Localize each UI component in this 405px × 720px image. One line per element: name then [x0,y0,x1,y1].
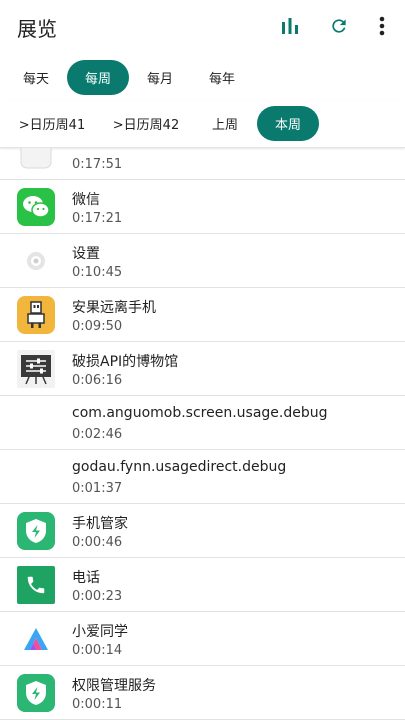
app-name: 微信 [72,192,100,208]
app-name: com.anguomob.screen.usage.debug [72,405,328,421]
list-item[interactable]: 0:17:51 [0,148,405,180]
more-vert-icon[interactable] [370,14,394,38]
bar-chart-icon[interactable] [278,14,302,38]
list-item[interactable]: com.anguomob.screen.usage.debug 0:02:46 [0,396,405,450]
list-item[interactable]: 微信 0:17:21 [0,180,405,234]
app-usage-list[interactable]: 0:17:51 微信 0:17:21 设置 0:10:45 安果远离手机 0:0… [0,148,405,720]
tab-calendar-week-42[interactable]: >日历周42 [104,106,188,141]
page-title: 展览 [17,17,57,41]
xiaoai-icon [17,620,55,658]
list-item[interactable]: 手机管家 0:00:46 [0,504,405,558]
app-name: 手机管家 [72,516,128,532]
app-name: godau.fynn.usagedirect.debug [72,459,287,475]
usage-time: 0:00:14 [72,643,123,658]
tab-weekly[interactable]: 每周 [67,60,129,95]
usage-time: 0:09:50 [72,319,123,334]
usage-time: 0:01:37 [72,481,123,496]
tab-yearly[interactable]: 每年 [198,60,246,95]
list-item[interactable]: 安果远离手机 0:09:50 [0,288,405,342]
week-selector: >日历周41 >日历周42 上周 本周 [0,100,405,148]
list-item[interactable]: 破损API的博物馆 0:06:16 [0,342,405,396]
list-item[interactable]: 小爱同学 0:00:14 [0,612,405,666]
app-name: 电话 [72,570,100,586]
tab-last-week[interactable]: 上周 [200,106,250,141]
sliders-icon [17,350,55,388]
tab-monthly[interactable]: 每月 [136,60,184,95]
tab-calendar-week-41[interactable]: >日历周41 [10,106,94,141]
partial-app-icon [17,148,55,172]
list-item[interactable]: 电话 0:00:23 [0,558,405,612]
app-name: 小爱同学 [72,624,128,640]
tab-daily[interactable]: 每天 [12,60,60,95]
usage-time: 0:00:23 [72,589,123,604]
list-item[interactable]: 设置 0:10:45 [0,234,405,288]
usage-time: 0:06:16 [72,373,123,388]
shield-bolt-icon [17,674,55,712]
shield-bolt-icon [17,512,55,550]
app-name: 设置 [72,246,100,262]
usage-time: 0:17:51 [72,157,123,172]
usage-time: 0:00:46 [72,535,123,550]
phone-icon [17,566,55,604]
usage-time: 0:10:45 [72,265,123,280]
usage-time: 0:02:46 [72,427,123,442]
app-name: 权限管理服务 [72,678,156,694]
period-selector: 每天 每周 每月 每年 [0,54,405,100]
usage-time: 0:17:21 [72,211,123,226]
list-item[interactable]: 权限管理服务 0:00:11 [0,666,405,720]
app-name: 破损API的博物馆 [72,354,179,370]
usage-time: 0:00:11 [72,697,123,712]
app-bar: 展览 [0,0,405,54]
settings-icon [17,242,55,280]
robot-icon [17,296,55,334]
tab-this-week[interactable]: 本周 [257,106,319,141]
wechat-icon [17,188,55,226]
app-name: 安果远离手机 [72,300,156,316]
list-item[interactable]: godau.fynn.usagedirect.debug 0:01:37 [0,450,405,504]
refresh-icon[interactable] [327,14,351,38]
